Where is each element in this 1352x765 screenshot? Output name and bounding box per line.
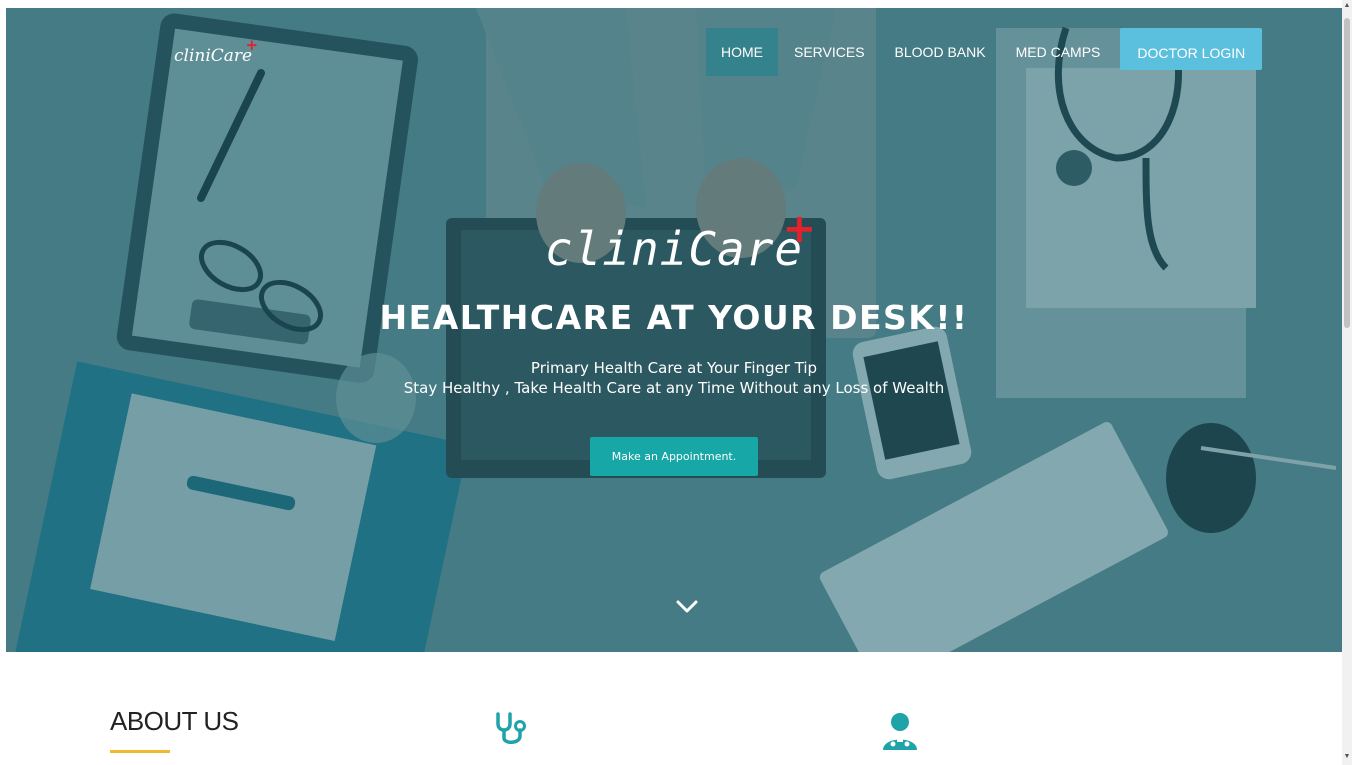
brand-logo-text: cliniCare: [174, 46, 253, 66]
main-nav: HOME SERVICES BLOOD BANK MED CAMPS DOCTO…: [706, 28, 1264, 78]
about-title: ABOUT US: [110, 706, 239, 736]
hero-cross-icon: +: [782, 206, 818, 252]
nav-item-home[interactable]: HOME: [706, 28, 778, 76]
nav-item-blood-bank[interactable]: BLOOD BANK: [881, 28, 1000, 76]
make-appointment-button[interactable]: Make an Appointment.: [590, 437, 758, 476]
doctor-login-button[interactable]: DOCTOR LOGIN: [1120, 28, 1263, 70]
hero-section: cliniCare + HOME SERVICES BLOOD BANK MED…: [6, 8, 1342, 652]
hero-subtitle-2: Stay Healthy , Take Health Care at any T…: [403, 379, 945, 397]
scroll-up-arrow-icon[interactable]: ▲: [1342, 2, 1352, 12]
about-underline: [110, 750, 170, 753]
doctor-icon: [883, 713, 917, 750]
brand-cross-icon: +: [245, 36, 259, 54]
nav-item-med-camps[interactable]: MED CAMPS: [1002, 28, 1115, 76]
scroll-down-arrow-icon[interactable]: ▼: [1342, 753, 1352, 763]
scrollbar-thumb[interactable]: [1344, 18, 1350, 328]
hero-logo: cliniCare +: [6, 206, 1342, 276]
brand-logo[interactable]: cliniCare +: [174, 36, 258, 66]
vertical-scrollbar[interactable]: ▲ ▼: [1342, 0, 1352, 765]
chevron-down-icon[interactable]: [676, 600, 698, 614]
nav-item-services[interactable]: SERVICES: [780, 28, 879, 76]
hero-headline: HEALTHCARE AT YOUR DESK!!: [379, 298, 969, 337]
stethoscope-icon: [496, 712, 526, 744]
hero-subtitle-1: Primary Health Care at Your Finger Tip: [530, 359, 818, 377]
hero-logo-text: cliniCare: [544, 222, 804, 276]
